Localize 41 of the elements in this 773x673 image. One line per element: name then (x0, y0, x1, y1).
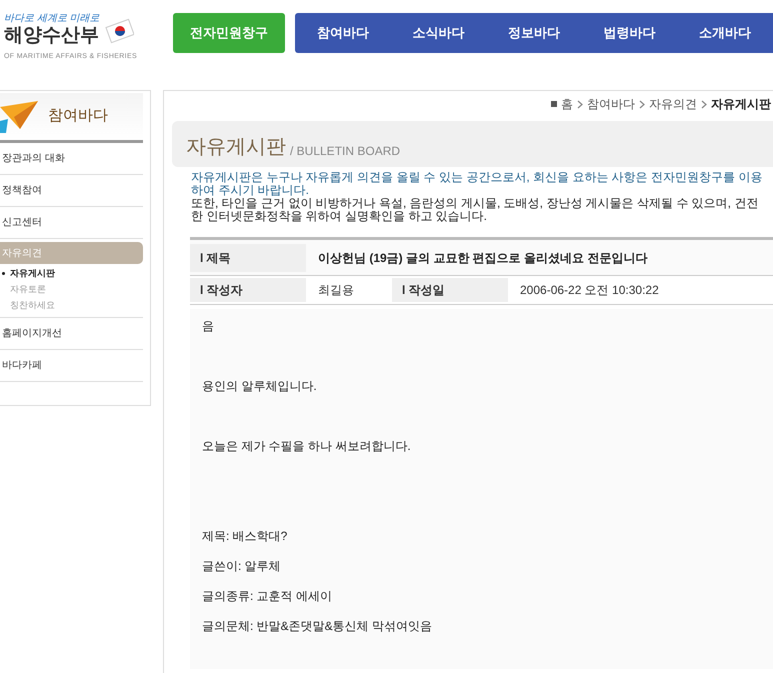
chevron-icon (639, 100, 645, 108)
field-label: l 제목 (190, 244, 306, 272)
notice-text: 또한, 타인을 근거 없이 비방하거나 욕설, 음란성의 게시물, 도배성, 장난성 게시물은 삭제될 수 있으며, 건전한 인터넷문화정착을 위하여 실명확인을 하고 있습니다. (191, 197, 760, 223)
sidebar-item[interactable]: 바다카페 (0, 350, 143, 381)
page-title: 자유게시판 (186, 137, 286, 157)
square-bullet-icon (551, 101, 557, 107)
sidebar-title: 참여바다 (48, 106, 108, 126)
breadcrumb-link[interactable]: 자유게시판 (711, 95, 771, 113)
breadcrumb-link[interactable]: 참여바다 (587, 95, 635, 113)
nav-link[interactable]: 참여바다 (316, 23, 369, 43)
chevron-icon (577, 100, 583, 108)
post-date: 2006-06-22 오전 10:30:22 (519, 282, 659, 299)
field-label: l 작성일 (392, 278, 508, 302)
body-line: 글의종류: 교훈적 에세이 (202, 589, 334, 605)
body-line: 용인의 알루체입니다. (202, 379, 318, 395)
sidebar-item[interactable]: 정책참여 (0, 175, 143, 206)
sidebar-item[interactable]: 신고센터 (0, 207, 143, 238)
logo-name: 해양수산부 (4, 24, 100, 48)
body-line: 음 (202, 319, 215, 335)
body-line: 글쓴이: 알루체 (202, 559, 282, 575)
page-subtitle: / BULLETIN BOARD (290, 145, 400, 157)
nav-link[interactable]: 정보바다 (508, 23, 560, 43)
post-author: 최길용 (317, 282, 355, 299)
chevron-icon (701, 100, 707, 108)
notice-text: 자유게시판은 누구나 자유롭게 의견을 올릴 수 있는 공간으로서, 회신을 요하는 사항은 전자민원창구를 이용하여 주시기 바랍니다. (191, 171, 764, 197)
nav-link[interactable]: 법령바다 (604, 23, 656, 43)
breadcrumb-link[interactable]: 자유의견 (649, 95, 697, 113)
sidebar-subitem[interactable]: 자유게시판 (2, 267, 143, 280)
body-line: 오늘은 제가 수필을 하나 써보려합니다. (202, 439, 412, 455)
bullet-icon (2, 272, 5, 276)
body-line: 글의문체: 반말&존댓말&통신체 막섞여잇음 (202, 619, 434, 635)
sidebar-item[interactable]: 홈페이지개선 (0, 318, 143, 349)
breadcrumb-link[interactable]: 홈 (561, 95, 573, 113)
post-subject: 이상헌님 (19금) 글의 교묘한 편집으로 올리셨네요 전문입니다 (317, 250, 648, 266)
logo-slogan: 바다로 세계로 미래로 (4, 14, 100, 24)
sidebar-item[interactable]: 장관과의 대화 (0, 143, 143, 174)
body-line: 제목: 배스학대? (202, 529, 288, 545)
paper-plane-icon (0, 98, 40, 134)
nav-link[interactable]: 소식바다 (412, 23, 464, 43)
nav-link[interactable]: 소개바다 (699, 23, 752, 43)
field-label: l 작성자 (190, 278, 306, 302)
